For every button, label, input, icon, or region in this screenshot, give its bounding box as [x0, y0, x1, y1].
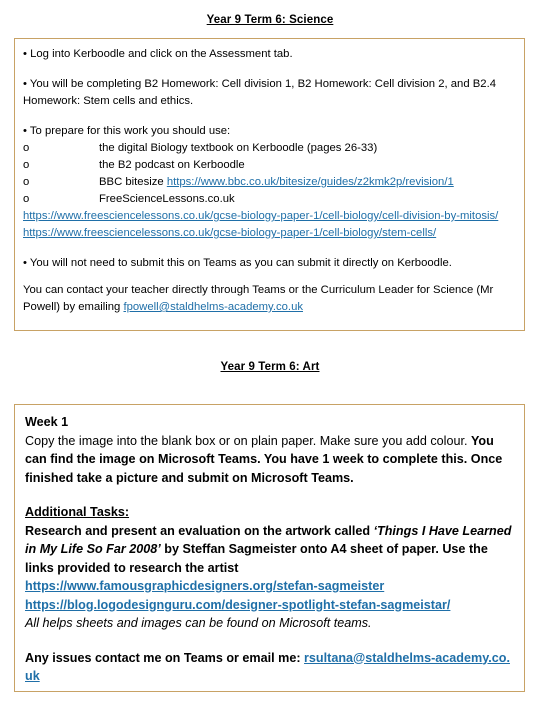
sub-item-marker: o — [23, 176, 30, 188]
sub-item-marker: o — [23, 159, 30, 171]
art-body: Week 1 Copy the image into the blank box… — [25, 413, 514, 686]
science-sub-item-bbc: o BBC bitesize https://www.bbc.co.uk/bit… — [23, 174, 516, 191]
science-section-heading: Year 9 Term 6: Science — [206, 14, 334, 26]
science-bullet-submit: • You will not need to submit this on Te… — [23, 257, 452, 269]
science-body: • Log into Kerboodle and click on the As… — [23, 46, 516, 316]
art-week-instructions: Copy the image into the blank box or on … — [25, 432, 514, 488]
art-additional-tasks-label: Additional Tasks: — [25, 505, 130, 519]
science-sub-item-textbook: o the digital Biology textbook on Kerboo… — [23, 140, 516, 157]
sub-item-label: BBC bitesize https://www.bbc.co.uk/bites… — [99, 174, 516, 191]
art-contact-text: Any issues contact me on Teams or email … — [25, 650, 305, 665]
sub-item-label: the B2 podcast on Kerboodle — [99, 159, 245, 171]
science-bullet-prepare: • To prepare for this work you should us… — [23, 125, 231, 137]
science-bullet-homework: • You will be completing B2 Homework: Ce… — [23, 78, 497, 107]
sub-item-marker: o — [23, 142, 30, 154]
bbc-bitesize-link[interactable]: https://www.bbc.co.uk/bitesize/guides/z2… — [167, 176, 454, 188]
art-week-label: Week 1 — [25, 415, 69, 429]
sub-item-marker: o — [23, 193, 30, 205]
art-week-text-regular: Copy the image into the blank box or on … — [25, 433, 471, 448]
worksheet-page: Year 9 Term 6: Science • Log into Kerboo… — [0, 0, 540, 720]
sub-item-label: the digital Biology textbook on Kerboodl… — [99, 142, 378, 154]
science-content-box: • Log into Kerboodle and click on the As… — [14, 38, 525, 331]
art-section-heading: Year 9 Term 6: Art — [220, 361, 320, 373]
famous-graphic-designers-link[interactable]: https://www.famousgraphicdesigners.org/s… — [25, 577, 514, 596]
science-sub-item-freesciencelessons: o FreeScienceLessons.co.uk — [23, 191, 516, 208]
art-help-sheets-note: All helps sheets and images can be found… — [25, 616, 372, 630]
sub-item-label: FreeScienceLessons.co.uk — [99, 193, 235, 205]
mitosis-link[interactable]: https://www.freesciencelessons.co.uk/gcs… — [23, 208, 516, 225]
art-research-text-start: Research and present an evaluation on th… — [25, 523, 374, 538]
art-contact-paragraph: Any issues contact me on Teams or email … — [25, 649, 514, 686]
logo-design-guru-link[interactable]: https://blog.logodesignguru.com/designer… — [25, 596, 514, 615]
art-research-paragraph: Research and present an evaluation on th… — [25, 522, 514, 578]
art-content-box: Week 1 Copy the image into the blank box… — [14, 404, 525, 692]
science-bullet-login: • Log into Kerboodle and click on the As… — [23, 48, 293, 60]
science-contact-paragraph: You can contact your teacher directly th… — [23, 282, 516, 316]
science-teacher-email-link[interactable]: fpowell@staldhelms-academy.co.uk — [123, 301, 303, 313]
stem-cells-link[interactable]: https://www.freesciencelessons.co.uk/gcs… — [23, 225, 516, 242]
sub-item-text: BBC bitesize — [99, 176, 167, 188]
science-sub-item-podcast: o the B2 podcast on Kerboodle — [23, 157, 516, 174]
